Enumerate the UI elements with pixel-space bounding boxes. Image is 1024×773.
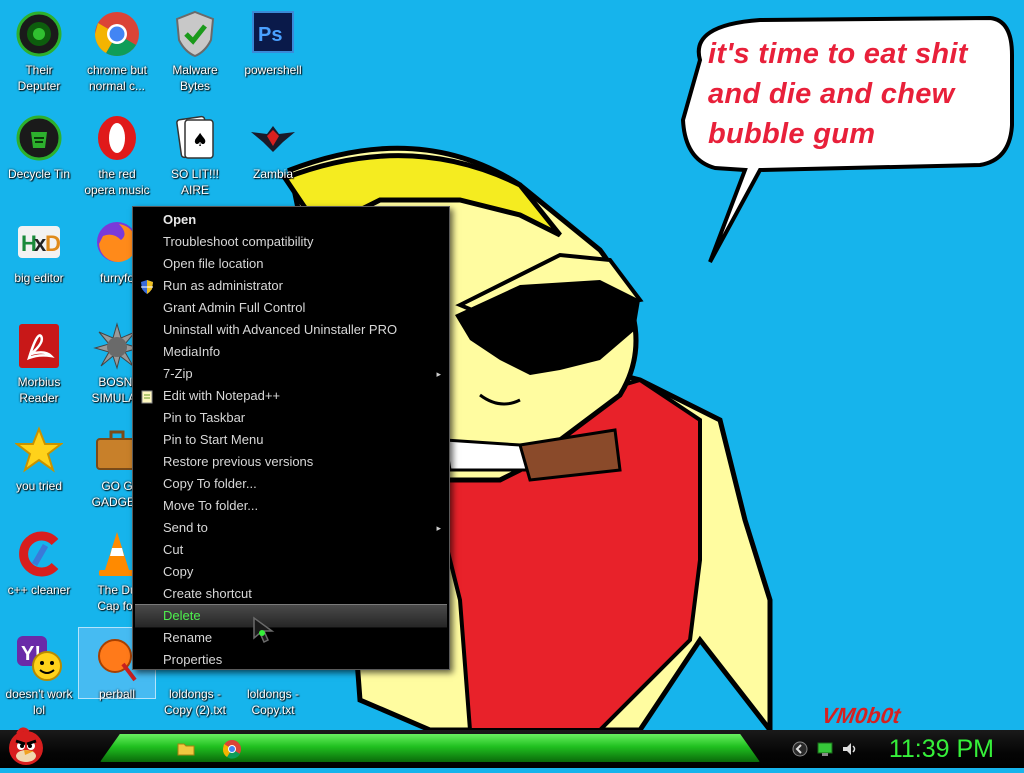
- start-button[interactable]: [4, 724, 48, 768]
- desktop-icon-doesnt-work-lol[interactable]: Y! doesn't work lol: [1, 628, 77, 720]
- menu-item-7zip[interactable]: 7-Zip ▸: [135, 363, 447, 385]
- menu-item-troubleshoot[interactable]: Troubleshoot compatibility: [135, 231, 447, 253]
- yahoo-messenger-icon: Y!: [15, 634, 63, 682]
- desktop-icon-you-tried[interactable]: you tried: [1, 420, 77, 512]
- menu-item-edit-notepadpp[interactable]: Edit with Notepad++: [135, 385, 447, 407]
- chrome-icon: [93, 10, 141, 58]
- desktop-icon-decycle-tin[interactable]: Decycle Tin: [1, 108, 77, 200]
- icon-label: powershell: [244, 63, 302, 77]
- icon-label: loldongs - Copy (2).txt: [163, 687, 226, 717]
- shield-check-icon: [171, 10, 219, 58]
- icon-label: Decycle Tin: [7, 167, 71, 181]
- icon-label: Morbius Reader: [17, 375, 61, 405]
- menu-item-rename[interactable]: Rename: [135, 627, 447, 649]
- emblem-icon: [249, 114, 297, 162]
- mouse-cursor-icon: [253, 616, 275, 644]
- menu-item-run-as-admin[interactable]: Run as administrator: [135, 275, 447, 297]
- menu-item-restore-versions[interactable]: Restore previous versions: [135, 451, 447, 473]
- speech-bubble-text: it's time to eat shit and die and chew b…: [708, 38, 968, 150]
- desktop-icon-zambia[interactable]: Zambia: [235, 108, 311, 200]
- recycle-bin-icon: [15, 114, 63, 162]
- menu-item-cut[interactable]: Cut: [135, 539, 447, 561]
- icon-label: perball: [98, 687, 136, 701]
- speaker-icon: [843, 743, 856, 755]
- desktop-icon-big-editor[interactable]: HxD big editor: [1, 212, 77, 304]
- menu-item-copy[interactable]: Copy: [135, 561, 447, 583]
- icon-label: big editor: [14, 271, 64, 285]
- menu-item-open-file-location[interactable]: Open file location: [135, 253, 447, 275]
- menu-item-uninstall[interactable]: Uninstall with Advanced Uninstaller PRO: [135, 319, 447, 341]
- desktop-icon-chrome[interactable]: chrome but normal c...: [79, 4, 155, 96]
- monitor-icon: [817, 742, 833, 756]
- menu-item-send-to[interactable]: Send to ▸: [135, 517, 447, 539]
- desktop-icon-their-deputer[interactable]: Their Deputer: [1, 4, 77, 96]
- artist-signature: VM0b0t: [820, 703, 903, 728]
- taskbar-clock[interactable]: 11:39 PM: [889, 733, 994, 765]
- icon-label: the red opera music: [84, 167, 150, 197]
- desktop-icon-malwarebytes[interactable]: Malware Bytes: [157, 4, 233, 96]
- angry-bird-icon: [9, 727, 43, 765]
- back-arrow-icon: [792, 741, 808, 757]
- icon-label: c++ cleaner: [7, 583, 71, 597]
- ccleaner-icon: [15, 530, 63, 578]
- desktop-icon-red-opera-music[interactable]: the red opera music: [79, 108, 155, 200]
- tray-expand-button[interactable]: [792, 741, 808, 757]
- icon-label: Their Deputer: [17, 63, 61, 93]
- icon-label: chrome but normal c...: [86, 63, 148, 93]
- taskbar-center-bar: [100, 734, 760, 762]
- desktop-icon-powershell[interactable]: Ps powershell: [235, 4, 311, 96]
- submenu-arrow-icon: ▸: [436, 369, 441, 379]
- folder-icon: [177, 743, 195, 756]
- uac-shield-icon: [140, 279, 154, 294]
- menu-item-pin-taskbar[interactable]: Pin to Taskbar: [135, 407, 447, 429]
- menu-item-pin-start[interactable]: Pin to Start Menu: [135, 429, 447, 451]
- menu-item-properties[interactable]: Properties: [135, 649, 447, 671]
- menu-item-grant-admin[interactable]: Grant Admin Full Control: [135, 297, 447, 319]
- svg-text:Ps: Ps: [258, 24, 282, 46]
- menu-item-mediainfo[interactable]: MediaInfo: [135, 341, 447, 363]
- icon-label: you tried: [15, 479, 63, 493]
- tray-volume[interactable]: [841, 741, 857, 757]
- menu-item-move-to-folder[interactable]: Move To folder...: [135, 495, 447, 517]
- icon-label: doesn't work lol: [5, 687, 73, 717]
- notepad-icon: [140, 389, 154, 404]
- star-icon: [14, 426, 64, 474]
- icon-label: Zambia: [252, 167, 293, 181]
- icon-label: Malware Bytes: [172, 63, 218, 93]
- taskbar-pinned-explorer[interactable]: [176, 739, 196, 759]
- desktop-icon-so-lit-aire[interactable]: ♠ SO LIT!!! AIRE: [157, 108, 233, 200]
- icon-label: loldongs - Copy.txt: [246, 687, 300, 717]
- svg-text:♠: ♠: [192, 130, 208, 151]
- chrome-icon: [222, 740, 241, 759]
- taskbar: [0, 727, 1024, 768]
- icon-label: SO LIT!!! AIRE: [170, 167, 219, 197]
- menu-item-delete[interactable]: Delete: [135, 604, 447, 628]
- taskbar-pinned-chrome[interactable]: [222, 739, 242, 759]
- photoshop-icon: Ps: [249, 10, 297, 58]
- submenu-arrow-icon: ▸: [436, 523, 441, 533]
- menu-item-open[interactable]: Open: [135, 209, 447, 231]
- hxd-icon: HxD: [15, 218, 63, 266]
- svg-text:D: D: [45, 231, 61, 256]
- menu-item-copy-to-folder[interactable]: Copy To folder...: [135, 473, 447, 495]
- menu-item-create-shortcut[interactable]: Create shortcut: [135, 583, 447, 605]
- desktop-icon-cpp-cleaner[interactable]: c++ cleaner: [1, 524, 77, 616]
- pdf-reader-icon: [15, 322, 63, 370]
- opera-icon: [93, 114, 141, 162]
- tray-network[interactable]: [817, 741, 833, 757]
- context-menu: Open Troubleshoot compatibility Open fil…: [132, 206, 450, 670]
- desktop-icon-morbius-reader[interactable]: Morbius Reader: [1, 316, 77, 408]
- computer-icon: [15, 10, 63, 58]
- cards-icon: ♠: [171, 114, 219, 162]
